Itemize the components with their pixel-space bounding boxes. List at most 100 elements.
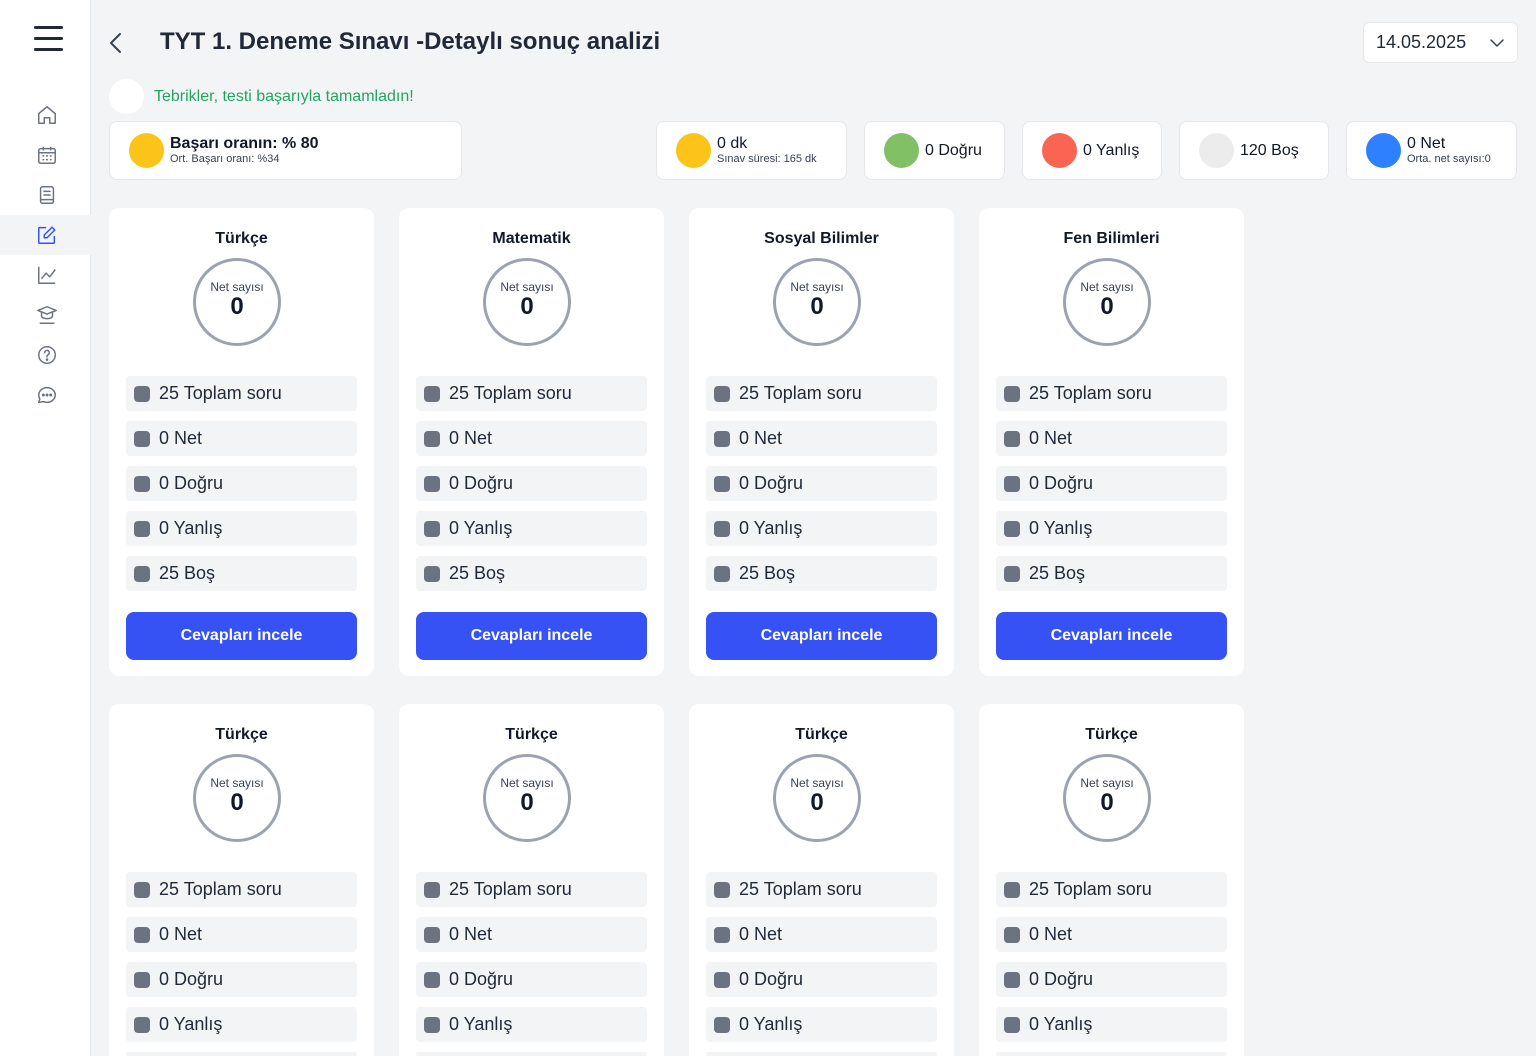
date-dropdown[interactable]: 14.05.2025 [1363, 22, 1518, 63]
success-rate-box: Başarı oranın: % 80 Ort. Başarı oranı: %… [109, 121, 462, 180]
page-title: TYT 1. Deneme Sınavı -Detaylı sonuç anal… [160, 28, 661, 55]
net-ring: Net sayısı 0 [193, 258, 281, 346]
success-rate: Başarı oranın: % 80 [170, 135, 319, 152]
sidebar-item-graduation[interactable] [0, 295, 91, 335]
net-ring-value: 0 [1100, 293, 1114, 320]
stat-row-text: 0 Yanlış [159, 518, 223, 538]
subject-title: Türkçe [505, 726, 558, 743]
net-ring-label: Net sayısı [790, 776, 844, 790]
review-answers-button[interactable]: Cevapları incele [126, 612, 357, 660]
stat-row-text: 0 Yanlış [739, 1014, 803, 1034]
empty-dot [1199, 133, 1234, 168]
net-ring: Net sayısı 0 [1063, 754, 1151, 842]
menu-icon[interactable] [34, 26, 63, 52]
stat-row-text: 0 Yanlış [1029, 1014, 1093, 1034]
subject-title: Matematik [492, 230, 571, 247]
stat-row-text: 25 Toplam soru [739, 383, 862, 403]
congrats-message: Tebrikler, testi başarıyla tamamladın! [154, 88, 414, 105]
stat-row-text: 0 Net [449, 428, 493, 448]
net-ring: Net sayısı 0 [483, 258, 571, 346]
stat-row: 0 Yanlış [706, 1007, 937, 1042]
graduation-icon [37, 306, 57, 324]
sidebar-item-book[interactable] [0, 175, 91, 215]
empty-count: 120 Boş [1240, 141, 1299, 159]
subject-title: Türkçe [1085, 726, 1138, 743]
stat-row-text: 0 Net [1029, 428, 1073, 448]
net-ring-label: Net sayısı [790, 280, 844, 294]
back-button[interactable] [104, 30, 128, 56]
stat-row: 0 Net [706, 421, 937, 456]
stat-row: 0 Doğru [996, 962, 1227, 997]
subject-card: Fen Bilimleri Net sayısı 0 25 Toplam sor… [979, 208, 1244, 676]
stat-row [996, 1052, 1227, 1056]
duration-box: 0 dk Sınav süresi: 165 dk [656, 121, 847, 180]
stat-row: 25 Toplam soru [126, 872, 357, 907]
net-ring-value: 0 [810, 789, 824, 816]
sidebar [0, 0, 91, 1056]
stat-row-text: 25 Toplam soru [449, 383, 572, 403]
stat-row: 25 Toplam soru [996, 872, 1227, 907]
net-ring: Net sayısı 0 [1063, 258, 1151, 346]
net-ring: Net sayısı 0 [773, 258, 861, 346]
stat-row: 0 Net [706, 917, 937, 952]
stat-row-text: 0 Net [159, 924, 203, 944]
stat-row: 0 Yanlış [126, 1007, 357, 1042]
correct-count: 0 Doğru [925, 141, 982, 159]
stat-row: 25 Toplam soru [706, 376, 937, 411]
stat-row: 0 Doğru [996, 466, 1227, 501]
net-ring-label: Net sayısı [210, 776, 264, 790]
stat-row-text: 0 Doğru [449, 969, 514, 989]
stat-row: 0 Net [416, 421, 647, 456]
sidebar-item-chat[interactable] [0, 375, 91, 415]
sidebar-item-calendar[interactable] [0, 135, 91, 175]
stat-row-text: 0 Doğru [159, 969, 224, 989]
stat-row: 0 Net [996, 917, 1227, 952]
stat-row: 0 Yanlış [416, 1007, 647, 1042]
subject-card: Türkçe Net sayısı 0 25 Toplam soru 0 Net… [109, 208, 374, 676]
sidebar-item-exams[interactable] [0, 215, 91, 255]
net-ring-label: Net sayısı [1080, 776, 1134, 790]
stat-row-text: 25 Boş [449, 563, 506, 583]
success-dot [129, 133, 164, 168]
review-answers-button[interactable]: Cevapları incele [996, 612, 1227, 660]
stat-row: 0 Doğru [706, 466, 937, 501]
net-ring: Net sayısı 0 [193, 754, 281, 842]
stat-row: 0 Net [996, 421, 1227, 456]
chat-icon [38, 386, 56, 404]
stat-row [126, 1052, 357, 1056]
stat-row-text: 0 Doğru [1029, 473, 1094, 493]
net-ring: Net sayısı 0 [773, 754, 861, 842]
stat-row [416, 1052, 647, 1056]
sidebar-item-home[interactable] [0, 95, 91, 135]
net-ring-value: 0 [1100, 789, 1114, 816]
stat-row: 25 Toplam soru [126, 376, 357, 411]
chart-icon [38, 266, 56, 284]
stat-row-text: 25 Boş [1029, 563, 1086, 583]
sidebar-item-help[interactable] [0, 335, 91, 375]
stat-row-text: 0 Doğru [739, 473, 804, 493]
edit-icon [38, 226, 56, 244]
stat-row-text: 0 Net [159, 428, 203, 448]
stat-row: 0 Net [126, 421, 357, 456]
subject-title: Sosyal Bilimler [764, 230, 879, 247]
stat-row: 25 Toplam soru [416, 376, 647, 411]
sidebar-item-stats[interactable] [0, 255, 91, 295]
subject-title: Fen Bilimleri [1063, 230, 1160, 247]
review-answers-button[interactable]: Cevapları incele [706, 612, 937, 660]
stat-row-text: 25 Toplam soru [739, 879, 862, 899]
duration-value: 0 dk [717, 135, 748, 152]
stat-row-text: 0 Net [1029, 924, 1073, 944]
subject-card: Türkçe Net sayısı 0 25 Toplam soru 0 Net… [689, 704, 954, 1056]
stat-row-text: 0 Yanlış [159, 1014, 223, 1034]
stat-row: 0 Net [416, 917, 647, 952]
net-ring-label: Net sayısı [500, 280, 554, 294]
stat-row-text: 25 Toplam soru [1029, 383, 1152, 403]
net-dot [1366, 133, 1401, 168]
chevron-down-icon [1490, 39, 1504, 47]
stat-row-text: 0 Doğru [1029, 969, 1094, 989]
review-answers-button[interactable]: Cevapları incele [416, 612, 647, 660]
avg-net: Orta. net sayısı:0 [1407, 153, 1491, 165]
help-icon [38, 346, 56, 364]
subject-title: Türkçe [795, 726, 848, 743]
stat-row: 0 Yanlış [996, 511, 1227, 546]
